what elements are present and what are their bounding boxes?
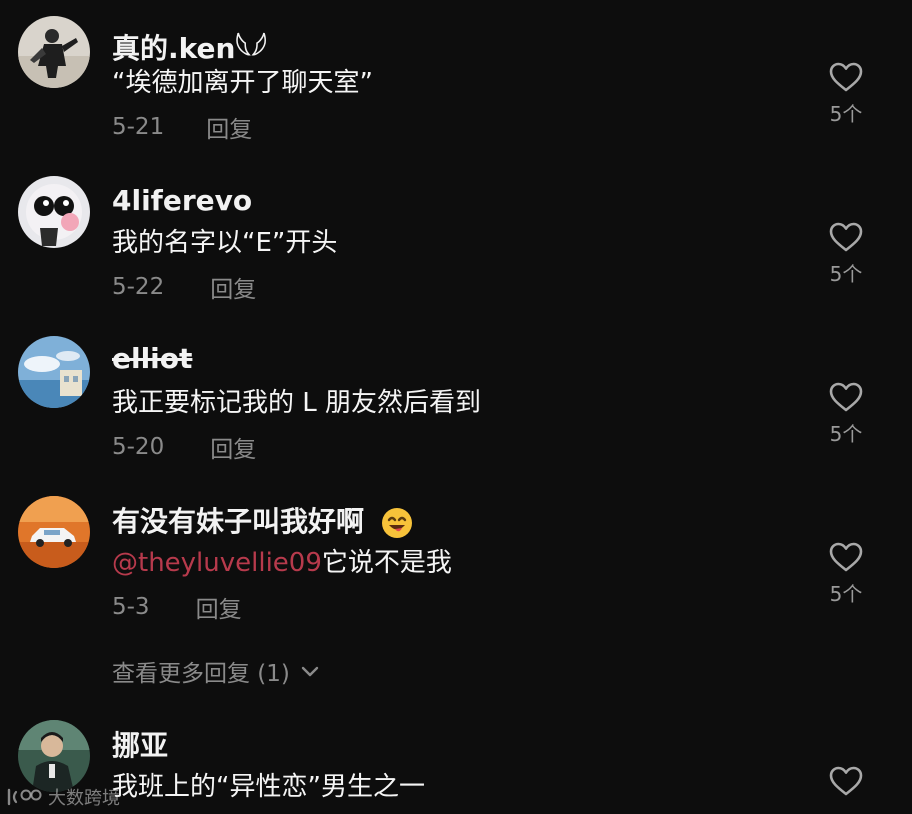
chevron-down-icon — [301, 666, 319, 677]
comment-text: 我班上的“异性恋”男生之一 — [112, 772, 425, 802]
heart-icon[interactable] — [829, 62, 863, 92]
like-group: 5个 — [822, 222, 870, 287]
comment-meta: 5-3 回复 — [112, 590, 242, 624]
watermark-logo-icon — [7, 788, 42, 806]
reply-button[interactable]: 回复 — [210, 430, 256, 464]
smiling-face-emoji-icon — [381, 508, 412, 538]
like-count: 5个 — [829, 262, 863, 286]
comment-meta: 5-22 回复 — [112, 270, 256, 304]
avatar-cartoon-icon — [18, 176, 90, 248]
avatar-sky-icon — [18, 336, 90, 408]
avatar-car-icon — [18, 496, 90, 568]
heart-icon[interactable] — [829, 222, 863, 252]
comment-username[interactable]: 挪亚 — [112, 724, 168, 764]
avatar[interactable] — [18, 496, 90, 568]
comment-date: 5-22 — [112, 274, 165, 300]
comment-text: @theyluvellie09它说不是我 — [112, 542, 452, 579]
like-count: 5个 — [829, 422, 863, 446]
view-more-replies-button[interactable]: 查看更多回复 (1) — [112, 654, 320, 688]
comment-meta: 5-20 回复 — [112, 430, 256, 464]
comment-username[interactable]: 有没有妹子叫我好啊 — [112, 500, 414, 540]
avatar[interactable] — [18, 16, 90, 88]
avatar[interactable] — [18, 720, 90, 792]
view-more-label: 查看更多回复 (1) — [112, 661, 290, 687]
like-count: 5个 — [829, 582, 863, 606]
watermark-text: 大数跨境 — [48, 788, 120, 809]
comment-meta: 5-21 回复 — [112, 110, 252, 144]
comment-text-body: 它说不是我 — [321, 548, 452, 578]
avatar[interactable] — [18, 336, 90, 408]
comment-username[interactable]: elliot — [112, 342, 192, 375]
heart-icon[interactable] — [829, 542, 863, 572]
comment-text: “埃德加离开了聊天室” — [112, 68, 373, 98]
like-group: 5个 — [822, 62, 870, 127]
reply-button[interactable]: 回复 — [206, 110, 252, 144]
comment-text: 我的名字以“E”开头 — [112, 228, 338, 258]
heart-icon[interactable] — [829, 382, 863, 412]
like-group: 5个 — [822, 382, 870, 447]
comment-date: 5-20 — [112, 434, 165, 460]
heart-icon[interactable] — [829, 766, 863, 796]
reply-button[interactable]: 回复 — [196, 590, 242, 624]
like-group: 5个 — [822, 542, 870, 607]
like-group — [822, 766, 870, 796]
like-count: 5个 — [829, 102, 863, 126]
avatar[interactable] — [18, 176, 90, 248]
mention-link[interactable]: @theyluvellie09 — [112, 548, 322, 578]
comment-date: 5-3 — [112, 594, 150, 620]
comment-text: 我正要标记我的 L 朋友然后看到 — [112, 388, 482, 418]
watermark: 大数跨境 — [6, 784, 120, 810]
comment-username[interactable]: 4liferevo — [112, 184, 252, 217]
comment-username-text: 有没有妹子叫我好啊 — [112, 505, 365, 538]
reply-button[interactable]: 回复 — [210, 270, 256, 304]
avatar-dancer-icon — [18, 16, 90, 88]
avatar-person-icon — [18, 720, 90, 792]
comment-date: 5-21 — [112, 114, 165, 140]
